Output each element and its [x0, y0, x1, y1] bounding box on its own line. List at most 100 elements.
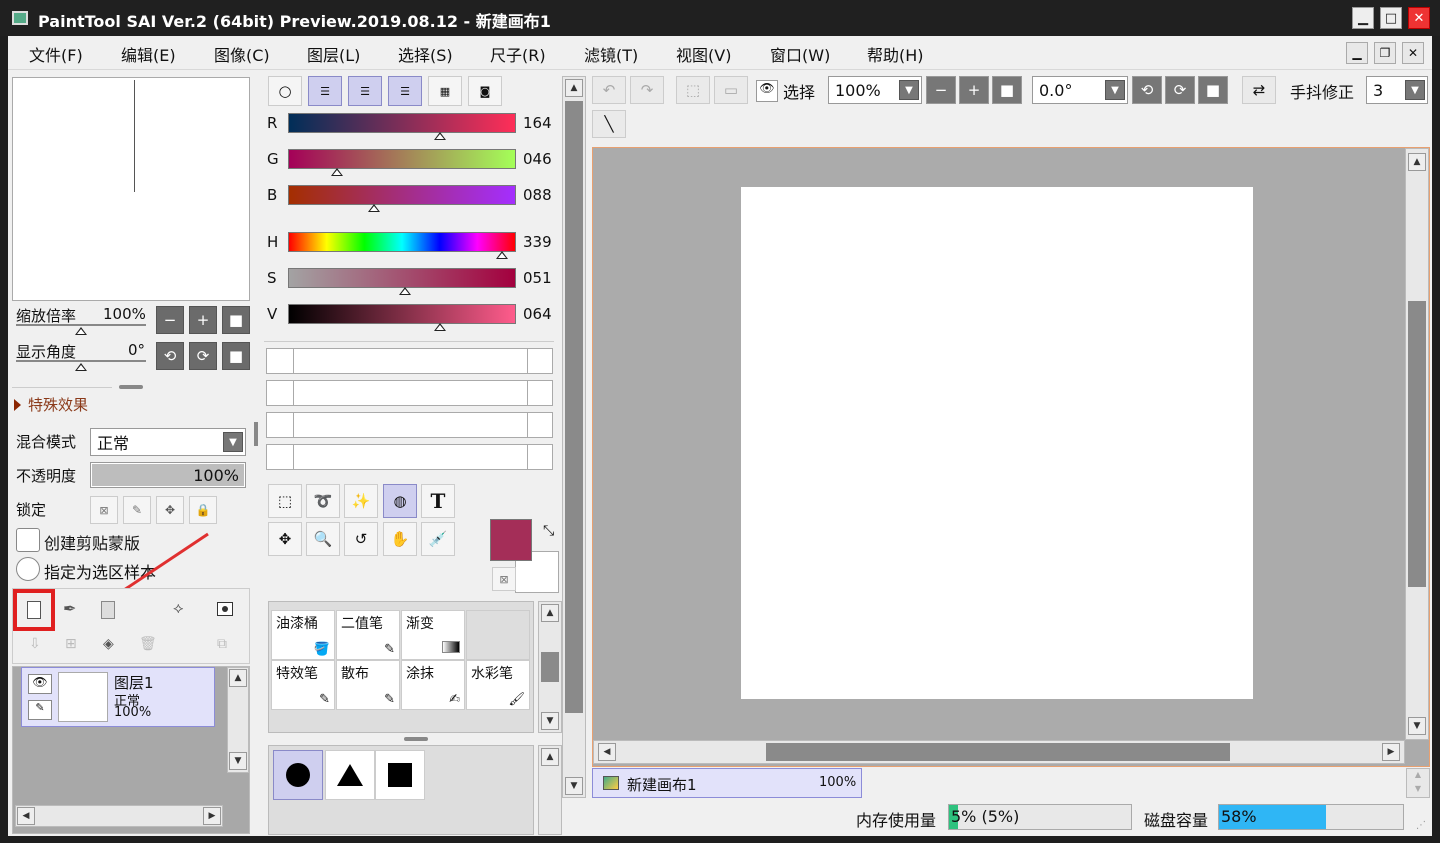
rotate-left-button[interactable]: ⟲ — [156, 342, 184, 370]
mixer-bar-1[interactable] — [266, 348, 553, 374]
lasso-icon[interactable]: ➰ — [306, 484, 340, 518]
undo-button[interactable]: ↶ — [592, 76, 626, 104]
clip-mask-checkbox[interactable] — [16, 528, 40, 552]
g-slider[interactable] — [288, 149, 516, 169]
zoom-slider-handle[interactable] — [75, 327, 87, 335]
menu-file[interactable]: 文件(F) — [29, 42, 83, 66]
canvas-vscroll[interactable]: ▲ ▼ — [1405, 148, 1429, 740]
stabilizer-select[interactable]: 3 ▼ — [1366, 76, 1428, 104]
menu-help[interactable]: 帮助(H) — [867, 42, 924, 66]
brush-cell[interactable]: 特效笔 ✎ — [271, 660, 335, 710]
move-icon[interactable]: ✥ — [268, 522, 302, 556]
perspective-icon[interactable]: ⟡ — [173, 598, 184, 618]
copy-layer-icon[interactable]: ⊞ — [65, 636, 77, 652]
expand-triangle-icon[interactable] — [14, 399, 21, 411]
maximize-button[interactable]: □ — [1380, 7, 1402, 29]
scratchpad-tab[interactable]: ◙ — [468, 76, 502, 106]
square-shape-icon[interactable] — [375, 750, 425, 800]
panel-splitter[interactable] — [404, 737, 428, 741]
merge-down-icon[interactable]: ⇩ — [29, 636, 41, 652]
magic-wand-icon[interactable]: ✨ — [344, 484, 378, 518]
angle-slider-handle[interactable] — [75, 363, 87, 371]
r-slider-handle[interactable] — [434, 132, 446, 140]
menu-select[interactable]: 选择(S) — [398, 42, 453, 66]
zoom-reset-button[interactable]: ■ — [222, 306, 250, 334]
merge-visible-icon[interactable]: ⧉ — [217, 636, 227, 652]
menu-layer[interactable]: 图层(L) — [307, 42, 360, 66]
brush-grid-vscroll[interactable]: ▲ ▼ — [538, 601, 562, 733]
pencil-icon[interactable]: ✎ — [28, 700, 52, 720]
panel-splitter[interactable] — [119, 385, 143, 389]
straight-line-button[interactable]: ╲ — [592, 110, 626, 138]
redo-button[interactable]: ↷ — [630, 76, 664, 104]
scroll-down-icon[interactable]: ▼ — [541, 712, 559, 730]
s-slider[interactable] — [288, 268, 516, 288]
rotate-right-button[interactable]: ⟳ — [189, 342, 217, 370]
mixer-tab[interactable]: ☰ — [388, 76, 422, 106]
triangle-shape-icon[interactable] — [325, 750, 375, 800]
scroll-left-icon[interactable]: ◀ — [598, 743, 616, 761]
brush-cell[interactable] — [466, 610, 530, 660]
hand-icon[interactable]: ✋ — [383, 522, 417, 556]
resize-grip-icon[interactable]: ⋰ — [1416, 820, 1426, 831]
g-slider-handle[interactable] — [331, 168, 343, 176]
scroll-down-icon[interactable]: ▼ — [1408, 717, 1426, 735]
lock-move-icon[interactable]: ✥ — [156, 496, 184, 524]
swap-colors-icon[interactable]: ⤡ — [543, 523, 554, 539]
scroll-up-icon[interactable]: ▲ — [229, 669, 247, 687]
scroll-down-icon[interactable]: ▼ — [1410, 784, 1426, 796]
menu-filter[interactable]: 滤镜(T) — [584, 42, 638, 66]
new-folder-icon[interactable] — [101, 601, 115, 619]
angle-slider[interactable] — [16, 360, 146, 362]
scroll-up-icon[interactable]: ▲ — [1410, 770, 1426, 782]
zoom-tool-icon[interactable]: 🔍 — [306, 522, 340, 556]
brush-cell[interactable]: 油漆桶 🪣 — [271, 610, 335, 660]
swatch-tab[interactable]: ▦ — [428, 76, 462, 106]
color-wheel-tab[interactable]: ○ — [268, 76, 302, 106]
clear-layer-icon[interactable]: ◈ — [103, 636, 114, 652]
show-selection-toggle[interactable]: 👁 — [756, 80, 778, 102]
menu-view[interactable]: 视图(V) — [676, 42, 731, 66]
brush-shape-vscroll[interactable]: ▲ — [538, 745, 562, 835]
rotate-reset-button[interactable]: ■ — [222, 342, 250, 370]
mixer-bar-2[interactable] — [266, 380, 553, 406]
rgb-slider-tab[interactable]: ☰ — [308, 76, 342, 106]
v-slider-handle[interactable] — [434, 323, 446, 331]
scroll-thumb[interactable] — [1408, 301, 1426, 587]
lock-all-icon[interactable]: 🔒 — [189, 496, 217, 524]
circle-shape-icon[interactable] — [273, 750, 323, 800]
canvas-rotate-right-button[interactable]: ⟳ — [1165, 76, 1195, 104]
doc-close-button[interactable]: ✕ — [1402, 42, 1424, 64]
text-tool-icon[interactable]: T — [421, 484, 455, 518]
canvas-zoom-reset-button[interactable]: ■ — [992, 76, 1022, 104]
close-button[interactable]: ✕ — [1408, 7, 1430, 29]
zoom-slider[interactable] — [16, 324, 146, 326]
flip-horizontal-button[interactable]: ⇄ — [1242, 76, 1276, 104]
document-tab[interactable]: 新建画布1 100% — [592, 768, 862, 798]
canvas-rotate-left-button[interactable]: ⟲ — [1132, 76, 1162, 104]
selection-sample-checkbox[interactable] — [16, 557, 40, 581]
opacity-bar[interactable]: 100% — [90, 462, 246, 488]
h-slider[interactable] — [288, 232, 516, 252]
document-tabs-vscroll[interactable]: ▲ ▼ — [1406, 768, 1430, 798]
h-slider-handle[interactable] — [496, 251, 508, 259]
lock-paint-icon[interactable]: ✎ — [123, 496, 151, 524]
canvas-paper[interactable] — [741, 187, 1253, 699]
canvas-angle-select[interactable]: 0.0° ▼ — [1032, 76, 1128, 104]
brush-cell[interactable]: 散布 ✎ — [336, 660, 400, 710]
scroll-thumb[interactable] — [565, 101, 583, 713]
effects-label[interactable]: 特殊效果 — [28, 394, 88, 415]
menu-edit[interactable]: 编辑(E) — [121, 42, 176, 66]
r-slider[interactable] — [288, 113, 516, 133]
scroll-up-icon[interactable]: ▲ — [1408, 153, 1426, 171]
scroll-left-icon[interactable]: ◀ — [17, 807, 35, 825]
eye-icon[interactable]: 👁 — [28, 674, 52, 694]
s-slider-handle[interactable] — [399, 287, 411, 295]
select-pen-icon[interactable]: ◍ — [383, 484, 417, 518]
canvas-zoom-out-button[interactable]: − — [926, 76, 956, 104]
layer-mask-icon[interactable] — [217, 602, 233, 616]
invert-selection-button[interactable]: ▭ — [714, 76, 748, 104]
mixer-bar-4[interactable] — [266, 444, 553, 470]
rect-select-icon[interactable]: ⬚ — [268, 484, 302, 518]
new-pen-layer-icon[interactable]: ✒ — [63, 599, 76, 618]
